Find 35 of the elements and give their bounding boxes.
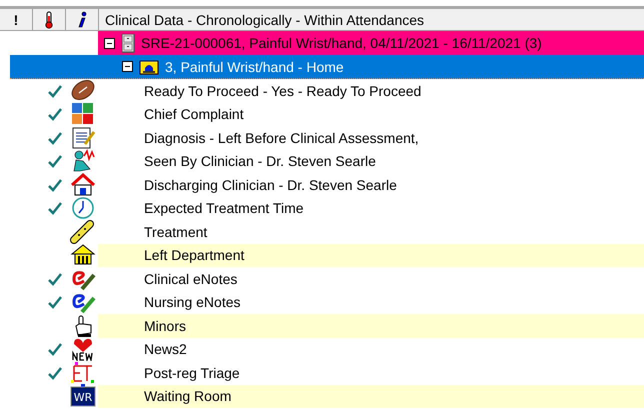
- football-icon: [70, 78, 96, 103]
- clinical-data-item[interactable]: News2: [98, 338, 644, 361]
- clinical-data-item[interactable]: Post-reg Triage: [98, 361, 644, 384]
- clinical-data-item[interactable]: Seen By Clinician - Dr. Steven Searle: [98, 150, 644, 173]
- info-icon: [77, 10, 87, 28]
- house-icon: [70, 172, 96, 197]
- notepad-icon: [70, 126, 96, 150]
- building-icon: [70, 243, 96, 268]
- clock-icon: [70, 196, 96, 220]
- episode-label: 3, Painful Wrist/hand - Home: [165, 58, 344, 74]
- episode-row[interactable]: 3, Painful Wrist/hand - Home: [10, 55, 644, 79]
- collapse-toggle[interactable]: [104, 38, 115, 48]
- triage-letters-icon: [70, 360, 96, 385]
- clinical-data-item[interactable]: Left Department: [98, 244, 644, 267]
- clinical-data-item[interactable]: Expected Treatment Time: [98, 196, 644, 220]
- column-header[interactable]: Clinical Data - Chronologically - Within Attendances: [99, 9, 644, 30]
- filing-cabinet-icon: [121, 33, 135, 53]
- collapse-toggle[interactable]: [122, 61, 133, 72]
- attendance-label: SRE-21-000061, Painful Wrist/hand, 04/11/2021 - 16/11/2021 (3): [141, 35, 542, 51]
- clinical-data-item[interactable]: Discharging Clinician - Dr. Steven Searle: [98, 173, 644, 196]
- thermometer-icon: [44, 10, 54, 28]
- clinical-data-item[interactable]: Minors: [98, 314, 644, 338]
- clinical-data-item[interactable]: Treatment: [98, 220, 644, 244]
- clinical-data-item[interactable]: Nursing eNotes: [98, 290, 644, 314]
- clinical-data-item[interactable]: Waiting Room: [98, 384, 644, 408]
- attendance-row[interactable]: SRE-21-000061, Painful Wrist/hand, 04/11/2021 - 16/11/2021 (3): [98, 31, 644, 55]
- board-icon: WR: [70, 384, 96, 408]
- number-tiles-icon: [70, 102, 96, 126]
- clinical-data-item[interactable]: Ready To Proceed - Yes - Ready To Proceed: [98, 79, 644, 102]
- siren-icon: [139, 58, 159, 74]
- plaster-icon: [70, 220, 96, 244]
- clinical-data-item[interactable]: Diagnosis - Left Before Clinical Assessment,: [98, 126, 644, 150]
- column-header[interactable]: !: [0, 9, 33, 30]
- clinical-data-item[interactable]: Clinical eNotes: [98, 267, 644, 290]
- clinical-data-item[interactable]: Chief Complaint: [98, 102, 644, 126]
